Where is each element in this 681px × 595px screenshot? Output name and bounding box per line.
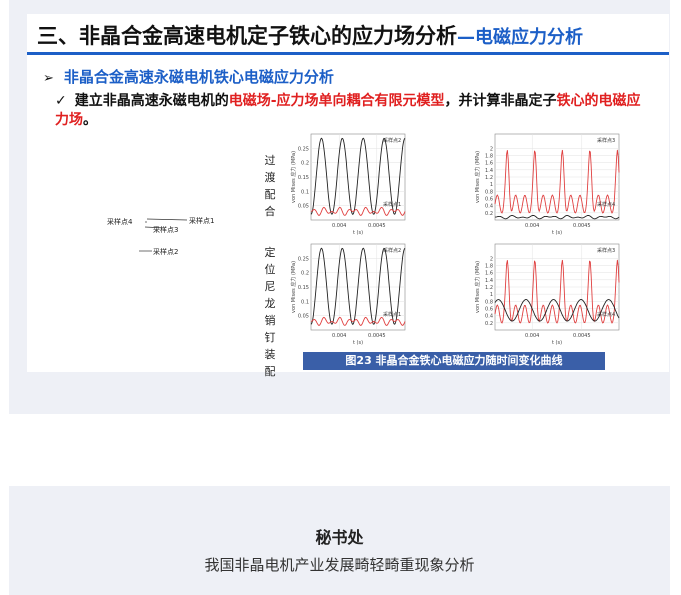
x-tick-label: 0.0045 [368, 223, 386, 229]
x-tick-label: 0.0045 [573, 223, 591, 229]
series-label: 采样点4 [597, 201, 615, 208]
series-label: 采样点2 [383, 137, 401, 144]
y-axis-label: von Mises 应力 (MPa) [290, 261, 297, 313]
y-tick-label: 1.6 [485, 161, 493, 167]
plot-bottom-right: 0.20.40.6 0.811.21.41.61.8 2 0.004 0.0045 t (… [474, 243, 620, 346]
bullet-level1: ➢ 非晶合金高速永磁电机铁心电磁应力分析 [43, 66, 334, 87]
footer-title: 秘书处 [315, 528, 364, 547]
x-axis-label: t (s) [552, 230, 562, 236]
check-bullet-icon: ✓ [55, 93, 67, 109]
x-tick-label: 0.004 [525, 223, 539, 229]
x-axis-label: t (s) [552, 340, 562, 346]
sample-point-label-1: 采样点1 [189, 216, 214, 225]
x-tick-label: 0.0045 [573, 333, 591, 339]
y-tick-label: 0.2 [301, 161, 309, 167]
x-tick-label: 0.004 [525, 333, 539, 339]
y-tick-label: 1.4 [485, 168, 493, 174]
y-tick-label: 0.2 [485, 321, 493, 327]
bullet2-part2: ，并计算非晶定子 [444, 93, 557, 109]
stator-bore [202, 326, 227, 334]
slide-title-main: 三、非晶合金高速电机定子铁心的应力场分析 [37, 24, 457, 48]
y-axis-label: von Mises 应力 (MPa) [290, 151, 297, 203]
slide-frame: 三、非晶合金高速电机定子铁心的应力场分析—电磁应力分析 ➢ 非晶合金高速永磁电机铁… [9, 0, 670, 414]
y-tick-label: 0.6 [485, 307, 493, 313]
footer-subtitle: 我国非晶电机产业发展畸轻畸重现象分析 [204, 556, 475, 574]
figure-caption: 图23 非晶合金铁心电磁应力随时间变化曲线 [303, 352, 605, 370]
y-tick-label: 0.1 [301, 299, 309, 305]
y-tick-label: 0.8 [485, 189, 493, 195]
y-tick-label: 1.4 [485, 278, 493, 284]
y-axis-label: von Mises 应力 (MPa) [474, 151, 481, 203]
y-tick-label: 0.6 [485, 197, 493, 203]
y-tick-label: 0.15 [298, 175, 309, 181]
arrow-bullet-icon: ➢ [43, 71, 54, 86]
y-tick-label: 0.25 [298, 146, 309, 152]
bullet2-part3: 。 [83, 112, 97, 128]
slide: 三、非晶合金高速电机定子铁心的应力场分析—电磁应力分析 ➢ 非晶合金高速永磁电机铁… [27, 14, 669, 378]
y-tick-label: 2 [490, 256, 493, 262]
x-tick-label: 0.004 [332, 333, 346, 339]
sample-point-label-4: 采样点4 [107, 217, 133, 226]
stator-outer-ring [202, 326, 227, 334]
series-label: 采样点2 [383, 247, 401, 254]
footer-card: 秘书处 我国非晶电机产业发展畸轻畸重现象分析 [9, 486, 670, 595]
x-axis-label: t (s) [353, 230, 363, 236]
series-label: 采样点1 [383, 311, 401, 318]
y-tick-label: 0.4 [485, 204, 493, 210]
slide-title-sub: —电磁应力分析 [457, 27, 583, 48]
sample-point-label-3: 采样点3 [153, 225, 178, 234]
plot-bottom-left: 0.05 0.1 0.15 0.2 0.25 0.004 0.0045 t (s) von Mi… [290, 243, 406, 346]
y-tick-label: 0.05 [298, 314, 309, 320]
y-tick-label: 1.8 [485, 154, 493, 160]
plot-top-right: 0.20.40.6 0.811.21.41.61.8 2 0.004 0.0045 t (… [474, 133, 620, 236]
series-label: 采样点3 [597, 137, 615, 144]
y-tick-label: 1 [490, 182, 493, 188]
y-tick-label: 0.2 [485, 211, 493, 217]
series-label: 采样点3 [597, 247, 615, 254]
x-axis-label: t (s) [353, 340, 363, 346]
bullet2-highlight1: 电磁场-应力场单向耦合有限元模型 [228, 93, 445, 109]
x-tick-label: 0.0045 [368, 333, 386, 339]
bullet-level1-text: 非晶合金高速永磁电机铁心电磁应力分析 [63, 68, 334, 86]
y-tick-label: 0.15 [298, 285, 309, 291]
slide-title: 三、非晶合金高速电机定子铁心的应力场分析—电磁应力分析 [37, 20, 583, 50]
bullet2-part1: 建立非晶高速永磁电机的 [74, 93, 229, 109]
y-axis-label: von Mises 应力 (MPa) [474, 261, 481, 313]
y-tick-label: 1 [490, 292, 493, 298]
y-tick-label: 0.2 [301, 271, 309, 277]
row-label-transition-fit: 过渡配合 [264, 154, 276, 218]
y-tick-label: 0.8 [485, 299, 493, 305]
y-tick-label: 0.25 [298, 256, 309, 262]
y-tick-label: 0.05 [298, 204, 309, 210]
series-label: 采样点4 [597, 311, 615, 318]
row-label-nylon-pin: 定位尼龙销钉装配 [264, 246, 276, 378]
title-divider [27, 52, 669, 55]
x-tick-label: 0.004 [332, 223, 346, 229]
sample-point-label-2: 采样点2 [153, 247, 178, 256]
plot-top-left: 0.05 0.1 0.15 0.2 0.25 0.004 0.0045 t (s) von Mi… [290, 133, 406, 236]
bullet-level2: ✓ 建立非晶高速永磁电机的电磁场-应力场单向耦合有限元模型，并计算非晶定子铁心的电… [55, 92, 645, 130]
y-tick-label: 0.4 [485, 314, 493, 320]
y-tick-label: 2 [490, 146, 493, 152]
y-tick-label: 1.2 [485, 175, 493, 181]
y-tick-label: 1.2 [485, 285, 493, 291]
y-tick-label: 0.1 [301, 189, 309, 195]
series-label: 采样点1 [383, 201, 401, 208]
y-tick-label: 1.8 [485, 264, 493, 270]
y-tick-label: 1.6 [485, 271, 493, 277]
stator-core-figure: 采样点1 采样点2 采样点3 采样点4 [107, 216, 227, 334]
